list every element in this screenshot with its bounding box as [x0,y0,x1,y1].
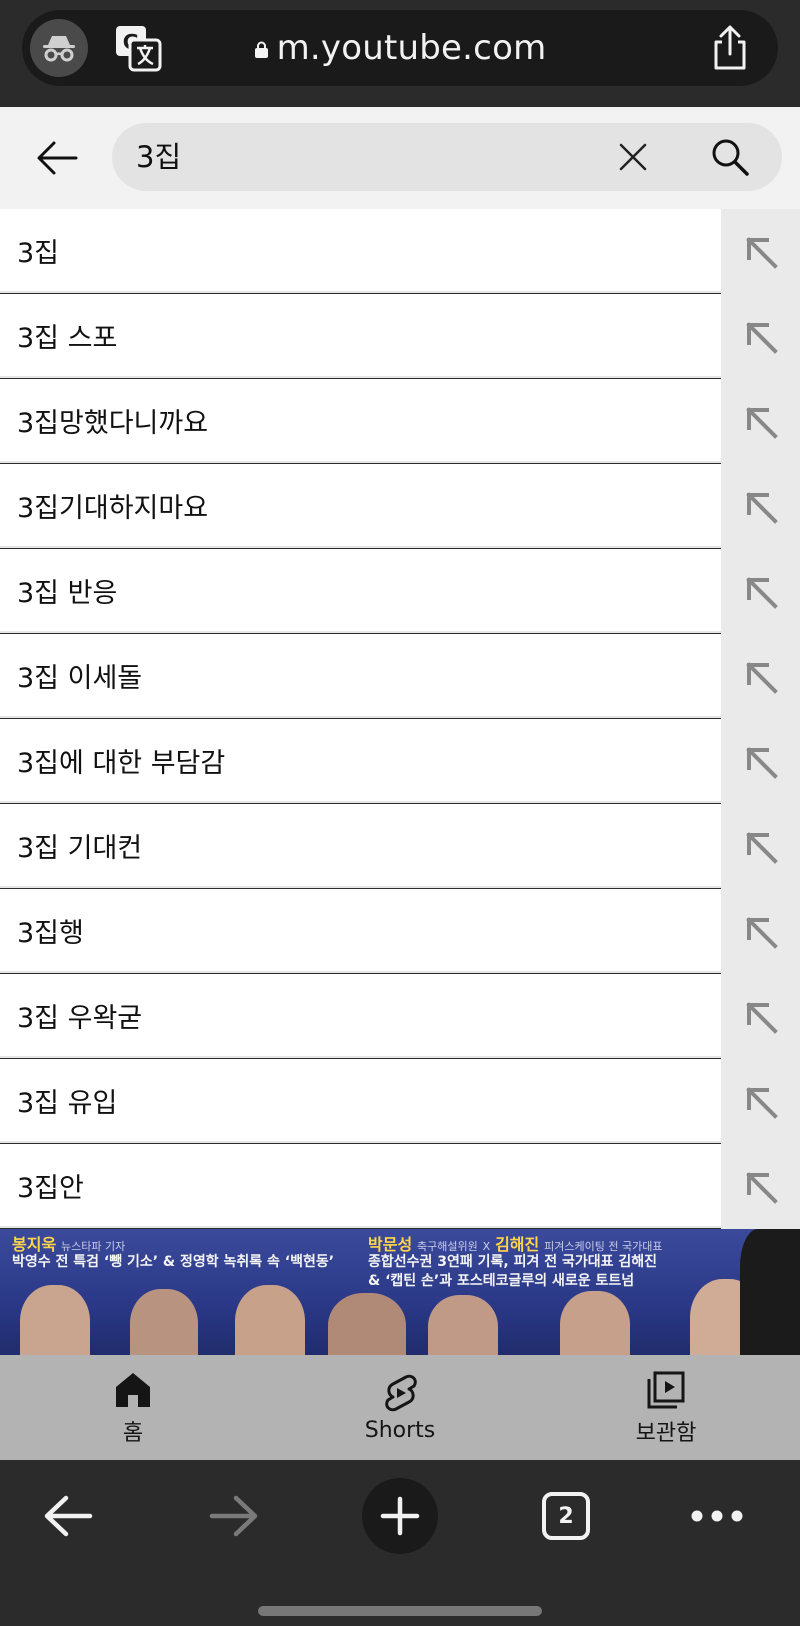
suggestion-text[interactable]: 3집 반응 [0,549,721,633]
suggestion-item[interactable]: 3집망했다니까요 [0,379,800,464]
suggestion-text[interactable]: 3집 기대컨 [0,804,721,888]
browser-forward-button[interactable] [204,1478,264,1554]
home-indicator[interactable] [258,1606,542,1616]
video-thumbnail[interactable]: 봉지욱 뉴스타파 기자 박영수 전 특검 ‘뺑 기소’ & 정영학 녹취록 속 … [0,1229,800,1355]
search-header [0,107,800,209]
more-menu-button[interactable] [690,1478,744,1554]
back-arrow-icon[interactable] [34,135,80,181]
address-bar[interactable]: G m.youtube.com [22,10,778,86]
search-input[interactable] [136,123,596,191]
suggestion-text[interactable]: 3집 이세돌 [0,634,721,718]
suggestion-text[interactable]: 3집행 [0,889,721,973]
suggestion-text[interactable]: 3집 스포 [0,294,721,378]
forward-arrow-icon [209,1495,258,1537]
suggestion-item[interactable]: 3집 이세돌 [0,634,800,719]
new-tab-button[interactable] [362,1478,438,1554]
more-icon [691,1510,743,1522]
browser-top-bar: G m.youtube.com [0,0,800,107]
tabs-count: 2 [542,1492,590,1540]
suggestion-text[interactable]: 3집에 대한 부담감 [0,719,721,803]
shorts-icon [385,1374,417,1412]
person-photo [560,1291,630,1355]
lock-icon [254,41,268,58]
suggestion-text[interactable]: 3집망했다니까요 [0,379,721,463]
plus-icon [362,1478,438,1554]
browser-bottom-toolbar: 2 [0,1460,800,1626]
fill-query-arrow-icon[interactable] [721,634,800,719]
person-photo [328,1293,406,1355]
suggestion-text[interactable]: 3집 유입 [0,1059,721,1143]
clear-icon[interactable] [616,140,650,174]
person-photo [235,1285,305,1355]
home-icon [116,1372,150,1407]
suggestion-item[interactable]: 3집 유입 [0,1059,800,1144]
search-box[interactable] [112,123,782,191]
suggestion-text[interactable]: 3집기대하지마요 [0,464,721,548]
fill-query-arrow-icon[interactable] [721,974,800,1059]
suggestion-item[interactable]: 3집에 대한 부담감 [0,719,800,804]
person-photo [740,1229,800,1355]
suggestion-text[interactable]: 3집 우왁굳 [0,974,721,1058]
library-icon [647,1371,685,1408]
youtube-bottom-nav: 홈 Shorts 보관함 [0,1355,800,1460]
person-photo [20,1285,90,1355]
fill-query-arrow-icon[interactable] [721,379,800,464]
suggestion-item[interactable]: 3집 [0,209,800,294]
url-display: m.youtube.com [22,10,778,86]
search-suggestions-list: 3집 3집 스포 3집망했다니까요 3집기대하지마요 3집 반응 3집 이세돌 … [0,209,800,1229]
suggestion-item[interactable]: 3집기대하지마요 [0,464,800,549]
fill-query-arrow-icon[interactable] [721,889,800,974]
url-text: m.youtube.com [276,28,547,68]
fill-query-arrow-icon[interactable] [721,464,800,549]
thumbnail-headline: 박영수 전 특검 ‘뺑 기소’ & 정영학 녹취록 속 ‘백현동’ [12,1254,335,1270]
thumbnail-headline: 종합선수권 3연패 기록, 피겨 전 국가대표 김해진 [368,1254,658,1270]
person-photo [428,1295,498,1355]
tabs-button[interactable]: 2 [540,1478,592,1554]
fill-query-arrow-icon[interactable] [721,719,800,804]
nav-home[interactable]: 홈 [93,1355,173,1460]
back-arrow-icon [44,1495,93,1537]
suggestion-item[interactable]: 3집안 [0,1144,800,1229]
suggestion-item[interactable]: 3집 스포 [0,294,800,379]
suggestion-item[interactable]: 3집 기대컨 [0,804,800,889]
fill-query-arrow-icon[interactable] [721,549,800,634]
search-icon[interactable] [710,137,750,177]
share-icon[interactable] [708,24,752,72]
fill-query-arrow-icon[interactable] [721,294,800,379]
nav-library[interactable]: 보관함 [606,1355,726,1460]
fill-query-arrow-icon[interactable] [721,209,800,294]
fill-query-arrow-icon[interactable] [721,1059,800,1144]
fill-query-arrow-icon[interactable] [721,804,800,889]
suggestion-item[interactable]: 3집행 [0,889,800,974]
person-photo [130,1289,198,1355]
suggestion-item[interactable]: 3집 반응 [0,549,800,634]
nav-library-label: 보관함 [635,1420,697,1446]
thumbnail-headline: & ‘캡틴 손’과 포스테코글루의 새로운 토트넘 [368,1273,635,1289]
browser-back-button[interactable] [38,1478,98,1554]
fill-query-arrow-icon[interactable] [721,1144,800,1229]
nav-shorts[interactable]: Shorts [340,1355,460,1460]
suggestion-item[interactable]: 3집 우왁굳 [0,974,800,1059]
nav-home-label: 홈 [122,1420,144,1446]
nav-shorts-label: Shorts [364,1418,436,1443]
suggestion-text[interactable]: 3집 [0,209,721,293]
suggestion-text[interactable]: 3집안 [0,1144,721,1228]
